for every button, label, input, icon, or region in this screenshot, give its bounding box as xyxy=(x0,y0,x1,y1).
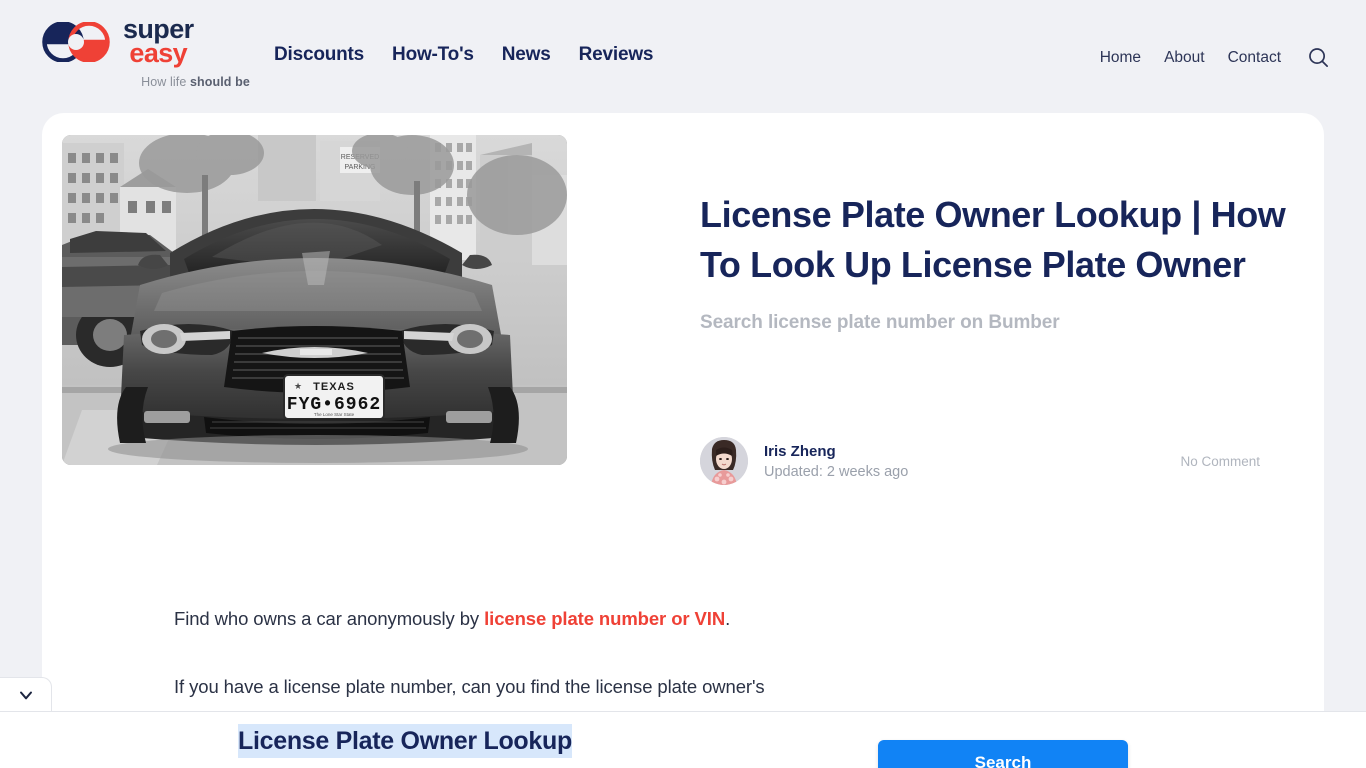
logo-tagline: How life should be xyxy=(42,75,277,89)
svg-text:★: ★ xyxy=(294,381,302,391)
paragraph-2-before: If you have a license plate number, can … xyxy=(174,676,765,697)
plate-query-text[interactable]: License Plate Owner Lookup xyxy=(238,724,572,758)
page-root: super easy How life should be Discounts … xyxy=(0,0,1366,768)
license-plate-vin-link[interactable]: license plate number or VIN xyxy=(484,608,725,629)
chevron-down-icon[interactable] xyxy=(0,677,52,711)
paragraph-2: If you have a license plate number, can … xyxy=(174,673,1194,701)
byline-meta: Iris Zheng Updated: 2 weeks ago xyxy=(764,443,908,480)
superreasy-infinity-logo-icon xyxy=(42,21,114,63)
logo-wordmark: super easy xyxy=(123,16,194,68)
paragraph-1-before: Find who owns a car anonymously by xyxy=(174,608,485,629)
page-title: License Plate Owner Lookup | How To Look… xyxy=(700,194,1286,285)
nav-item-how-tos[interactable]: How-To's xyxy=(392,44,474,66)
nav-item-contact[interactable]: Contact xyxy=(1228,49,1281,67)
nav-item-about[interactable]: About xyxy=(1164,49,1205,67)
svg-text:TEXAS: TEXAS xyxy=(313,381,355,393)
svg-text:The Lone Star State: The Lone Star State xyxy=(314,412,355,417)
site-header: super easy How life should be Discounts … xyxy=(0,0,1366,113)
logo-word-easy: easy xyxy=(129,37,188,68)
hero-image: RESERVED PARKING xyxy=(62,135,567,465)
primary-navigation: Discounts How-To's News Reviews xyxy=(274,44,653,66)
author-avatar[interactable] xyxy=(700,437,748,485)
nav-item-reviews[interactable]: Reviews xyxy=(579,44,654,66)
nav-item-news[interactable]: News xyxy=(502,44,551,66)
utility-navigation: Home About Contact xyxy=(1100,47,1330,69)
updated-timestamp: Updated: 2 weeks ago xyxy=(764,463,909,480)
sticky-search-bar: License Plate Owner Lookup xyxy=(0,711,1366,768)
search-icon[interactable] xyxy=(1306,45,1330,69)
search-button[interactable]: Search xyxy=(878,740,1128,768)
comment-count[interactable]: No Comment xyxy=(1180,454,1300,469)
article-hero: RESERVED PARKING xyxy=(62,135,1304,495)
article-byline: Iris Zheng Updated: 2 weeks ago No Comme… xyxy=(700,437,1300,485)
author-name[interactable]: Iris Zheng xyxy=(764,443,908,460)
paragraph-1: Find who owns a car anonymously by licen… xyxy=(174,605,1194,633)
nav-item-discounts[interactable]: Discounts xyxy=(274,44,364,66)
paragraph-1-after: . xyxy=(725,608,731,629)
site-logo[interactable]: super easy How life should be xyxy=(42,16,277,89)
tagline-prefix: How life xyxy=(141,74,190,89)
nav-item-home[interactable]: Home xyxy=(1100,49,1141,67)
logo-row: super easy xyxy=(42,16,277,68)
article-card: RESERVED PARKING xyxy=(42,113,1324,768)
article-heading-block: License Plate Owner Lookup | How To Look… xyxy=(700,190,1300,334)
tagline-strong: should be xyxy=(189,74,250,89)
article-subtitle: Search license plate number on Bumber xyxy=(700,312,1060,333)
